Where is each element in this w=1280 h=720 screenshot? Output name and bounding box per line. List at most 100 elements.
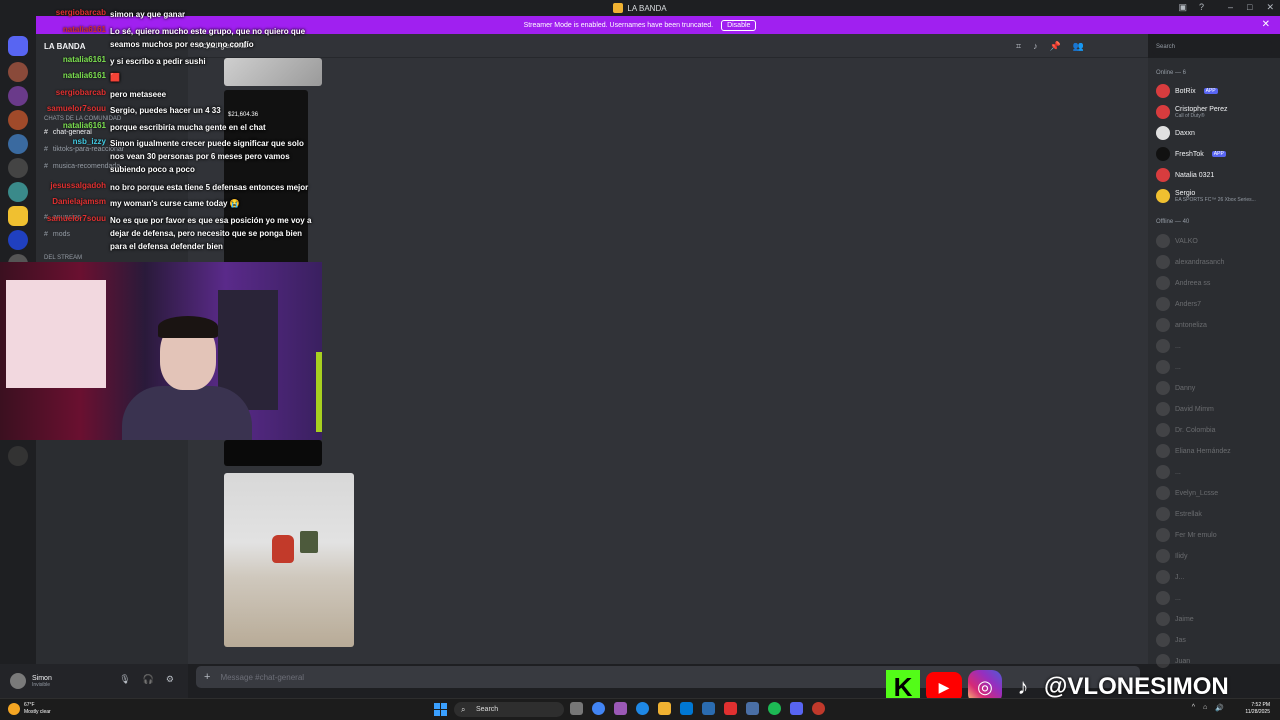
- threads-icon[interactable]: ⌗: [1016, 41, 1021, 52]
- member-offline[interactable]: Anders7: [1156, 295, 1280, 313]
- member-offline[interactable]: Ilidy: [1156, 547, 1280, 565]
- app-icon[interactable]: [812, 702, 825, 715]
- avatar: [1156, 549, 1170, 563]
- headphones-icon[interactable]: 🎧: [143, 674, 154, 685]
- member-offline[interactable]: Danny: [1156, 379, 1280, 397]
- help-icon[interactable]: ?: [1199, 2, 1204, 13]
- weather-temp: 67°F: [24, 702, 35, 708]
- member-offline[interactable]: ...: [1156, 463, 1280, 481]
- members-icon[interactable]: 👥: [1073, 41, 1084, 52]
- member-offline[interactable]: alexandrasanch: [1156, 253, 1280, 271]
- member-offline[interactable]: ...: [1156, 358, 1280, 376]
- app-icon[interactable]: [746, 702, 759, 715]
- store-icon[interactable]: [702, 702, 715, 715]
- taskbar-clock[interactable]: 7:52 PM 11/28/2025: [1245, 702, 1270, 716]
- member-name: ...: [1175, 342, 1181, 350]
- member-offline[interactable]: Fer Mr emulo: [1156, 526, 1280, 544]
- server-avatar[interactable]: [8, 182, 28, 202]
- disable-streamer-mode-button[interactable]: Disable: [721, 19, 757, 31]
- offline-group-label: Offline — 40: [1156, 219, 1190, 225]
- volume-icon[interactable]: 🔊: [1215, 704, 1224, 712]
- discord-home-icon[interactable]: [8, 36, 28, 56]
- spotify-icon[interactable]: [768, 702, 781, 715]
- member-offline[interactable]: Jaime: [1156, 610, 1280, 628]
- member-online[interactable]: FreshTok APP: [1156, 145, 1280, 163]
- avatar[interactable]: [10, 673, 26, 689]
- server-icon: [613, 3, 624, 13]
- maximize-button[interactable]: □: [1247, 2, 1252, 13]
- avatar: [1156, 84, 1170, 98]
- attachment-photo[interactable]: [224, 473, 354, 647]
- discover-icon[interactable]: [8, 446, 28, 466]
- edge-icon[interactable]: [636, 702, 649, 715]
- attachment-image[interactable]: [224, 440, 322, 466]
- category-label[interactable]: DEL STREAM: [44, 255, 82, 261]
- taskbar-search[interactable]: ⌕ Search: [454, 702, 564, 717]
- member-offline[interactable]: Andreea ss: [1156, 274, 1280, 292]
- avatar: [1156, 570, 1170, 584]
- server-avatar[interactable]: [8, 62, 28, 82]
- member-offline[interactable]: Evelyn_Lcsse: [1156, 484, 1280, 502]
- chat-username: natalia6161: [62, 25, 106, 34]
- avatar: [1156, 507, 1170, 521]
- member-name: Cristopher Perez: [1175, 105, 1228, 113]
- member-offline[interactable]: Dr. Colombia: [1156, 421, 1280, 439]
- outlook-icon[interactable]: [680, 702, 693, 715]
- member-offline[interactable]: Jas: [1156, 631, 1280, 649]
- member-offline[interactable]: antoneliza: [1156, 316, 1280, 334]
- member-name: VALKO: [1175, 237, 1198, 245]
- chrome-icon[interactable]: [592, 702, 605, 715]
- chat-text: Sergio, puedes hacer un 4 33: [110, 106, 221, 115]
- minimize-button[interactable]: –: [1228, 2, 1233, 13]
- member-online[interactable]: Daxxn: [1156, 124, 1280, 142]
- channel-header: # chat-general: [188, 34, 1148, 58]
- server-avatar[interactable]: [8, 110, 28, 130]
- chat-message: Danielajamsm my woman's curse came today …: [44, 197, 324, 210]
- pin-icon[interactable]: 📌: [1050, 41, 1061, 52]
- member-name: Jaime: [1175, 615, 1194, 623]
- mute-icon[interactable]: ♪: [1033, 41, 1038, 52]
- inbox-icon[interactable]: ▣: [1178, 2, 1187, 13]
- member-offline[interactable]: J...: [1156, 568, 1280, 586]
- server-avatar[interactable]: [8, 158, 28, 178]
- window-title-text: LA BANDA: [627, 3, 667, 13]
- microphone-icon[interactable]: 🎙: [119, 674, 130, 685]
- avatar: [1156, 444, 1170, 458]
- settings-gear-icon[interactable]: ⚙: [166, 674, 174, 685]
- member-name: Jas: [1175, 636, 1186, 644]
- member-online[interactable]: Natalia 0321: [1156, 166, 1280, 184]
- server-avatar[interactable]: [8, 134, 28, 154]
- server-avatar[interactable]: [8, 86, 28, 106]
- network-icon[interactable]: ⌂: [1203, 704, 1207, 712]
- member-online[interactable]: BotRix APP: [1156, 82, 1280, 100]
- chat-message: natalia6161 y si escribo a pedir sushi: [44, 55, 324, 68]
- avatar: [1156, 234, 1170, 248]
- close-banner-icon[interactable]: ✕: [1262, 19, 1270, 30]
- search-input[interactable]: Search: [1152, 41, 1272, 54]
- windows-start-icon[interactable]: [434, 703, 447, 716]
- member-name: FreshTok: [1175, 150, 1204, 158]
- server-avatar-active[interactable]: [8, 206, 28, 226]
- member-offline[interactable]: ...: [1156, 589, 1280, 607]
- member-offline[interactable]: ...: [1156, 337, 1280, 355]
- close-window-button[interactable]: ✕: [1266, 2, 1274, 13]
- weather-widget[interactable]: 67°F Mostly clear: [8, 702, 51, 716]
- member-online[interactable]: Cristopher Perez Call of Duty®: [1156, 103, 1280, 121]
- member-offline[interactable]: Estrellak: [1156, 505, 1280, 523]
- add-attachment-icon[interactable]: +: [204, 671, 210, 683]
- chat-text: y si escribo a pedir sushi: [110, 57, 206, 66]
- member-offline[interactable]: VALKO: [1156, 232, 1280, 250]
- discord-icon[interactable]: [790, 702, 803, 715]
- member-offline[interactable]: Eliana Hernández: [1156, 442, 1280, 460]
- copilot-icon[interactable]: [614, 702, 627, 715]
- server-avatar[interactable]: [8, 230, 28, 250]
- chat-message: jesussalgadoh no bro porque esta tiene 5 …: [44, 181, 324, 194]
- tray-chevron-icon[interactable]: ^: [1192, 704, 1195, 712]
- task-view-icon[interactable]: [570, 702, 583, 715]
- box-photo-detail: [300, 531, 318, 553]
- member-offline[interactable]: David Mimm: [1156, 400, 1280, 418]
- file-explorer-icon[interactable]: [658, 702, 671, 715]
- app-icon[interactable]: [724, 702, 737, 715]
- member-online[interactable]: Sergio EA SPORTS FC™ 26 Xbox Series...: [1156, 187, 1280, 205]
- chat-username: samuelor7souu: [46, 104, 106, 113]
